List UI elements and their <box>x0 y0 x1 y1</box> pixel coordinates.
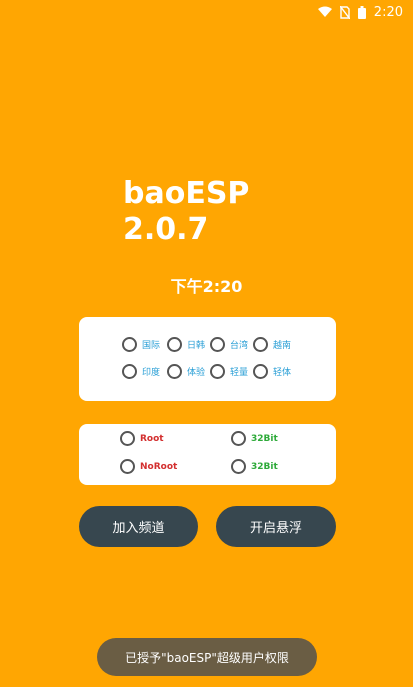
clock-label: 下午2:20 <box>170 277 243 296</box>
region-option-2[interactable]: 台湾 <box>210 337 248 352</box>
region-label: 印度 <box>142 368 161 378</box>
region-label: 体验 <box>187 368 206 378</box>
no-sim-icon <box>339 5 350 19</box>
root-option[interactable]: Root <box>120 431 164 446</box>
noroot-option[interactable]: NoRoot <box>120 459 177 474</box>
open-float-button[interactable]: 开启悬浮 <box>216 506 336 547</box>
radio-button[interactable] <box>210 337 225 352</box>
radio-button[interactable] <box>231 431 246 446</box>
app-title: baoESP 2.0.7 <box>123 176 249 248</box>
region-label: 轻量 <box>230 368 249 378</box>
toast-message: 已授予"baoESP"超级用户权限 <box>97 638 317 676</box>
bit-label: 32Bit <box>251 433 278 444</box>
radio-button[interactable] <box>122 337 137 352</box>
region-option-1[interactable]: 日韩 <box>167 337 205 352</box>
radio-button[interactable] <box>122 364 137 379</box>
region-label: 台湾 <box>230 341 249 351</box>
region-card: 国际 日韩 台湾 越南 印度 体验 轻量 轻体 <box>79 317 336 401</box>
bit-option-top[interactable]: 32Bit <box>231 431 278 446</box>
app-name: baoESP <box>123 176 250 211</box>
wifi-icon <box>317 6 332 18</box>
region-label: 日韩 <box>187 341 206 351</box>
join-channel-button[interactable]: 加入频道 <box>79 506 198 547</box>
region-option-3[interactable]: 越南 <box>253 337 291 352</box>
root-label: Root <box>140 433 164 444</box>
bit-label: 32Bit <box>251 461 278 472</box>
battery-icon <box>357 5 366 19</box>
radio-button[interactable] <box>120 459 135 474</box>
radio-button[interactable] <box>120 431 135 446</box>
radio-button[interactable] <box>253 337 268 352</box>
radio-button[interactable] <box>253 364 268 379</box>
radio-button[interactable] <box>231 459 246 474</box>
mode-card: Root 32Bit NoRoot 32Bit <box>79 424 336 485</box>
region-label: 轻体 <box>273 368 292 378</box>
region-option-4[interactable]: 印度 <box>122 364 160 379</box>
region-label: 越南 <box>273 341 292 351</box>
region-label: 国际 <box>142 341 161 351</box>
region-option-7[interactable]: 轻体 <box>253 364 291 379</box>
status-time: 2:20 <box>373 4 403 20</box>
bit-option-bottom[interactable]: 32Bit <box>231 459 278 474</box>
region-option-6[interactable]: 轻量 <box>210 364 248 379</box>
noroot-label: NoRoot <box>140 461 178 472</box>
radio-button[interactable] <box>210 364 225 379</box>
app-version: 2.0.7 <box>123 212 209 247</box>
region-option-0[interactable]: 国际 <box>122 337 160 352</box>
radio-button[interactable] <box>167 364 182 379</box>
region-option-5[interactable]: 体验 <box>167 364 205 379</box>
radio-button[interactable] <box>167 337 182 352</box>
status-bar: 2:20 <box>0 0 413 24</box>
